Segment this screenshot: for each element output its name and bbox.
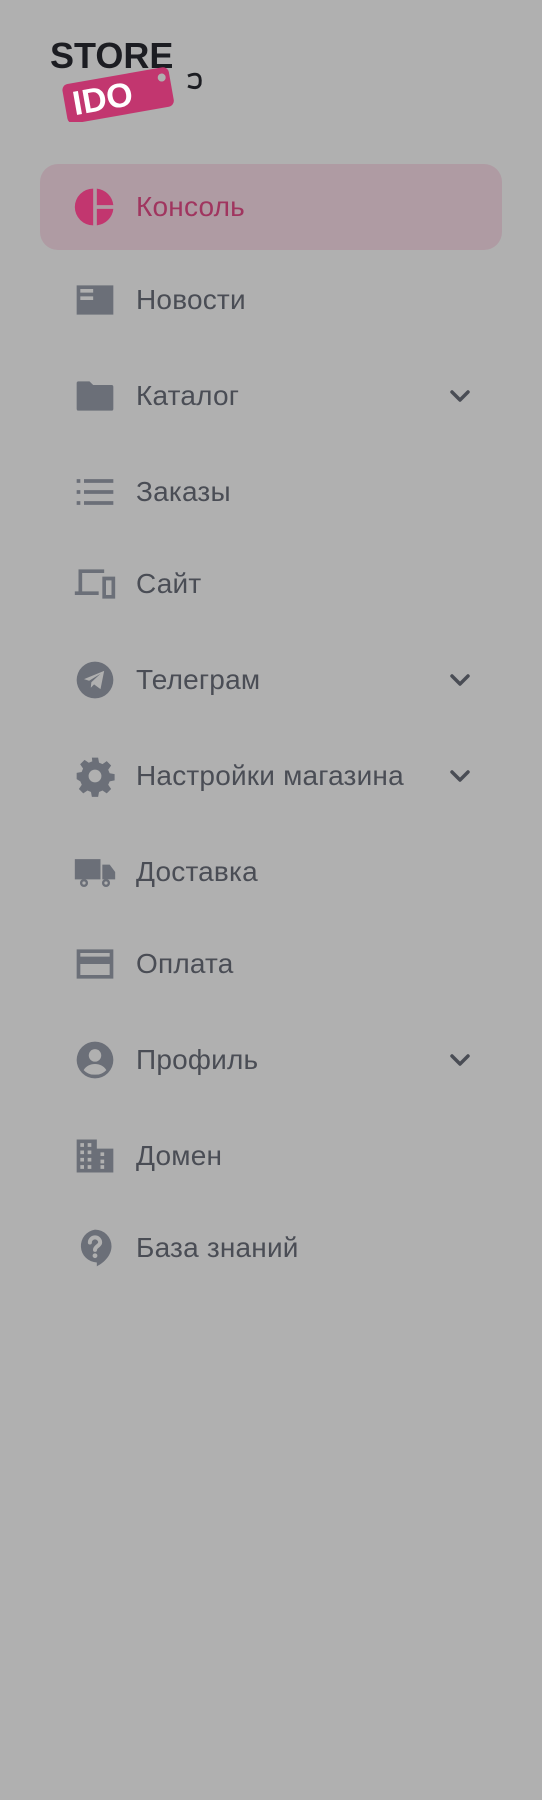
- nav-item-payment[interactable]: Оплата: [40, 921, 502, 1007]
- nav-item-delivery[interactable]: Доставка: [40, 829, 502, 915]
- credit-card-icon: [73, 942, 117, 986]
- nav-item-telegram[interactable]: Телеграм: [40, 637, 502, 723]
- pie-chart-icon: [73, 185, 117, 229]
- chevron-down-icon[interactable]: [444, 1044, 476, 1076]
- help-bubble-icon: [73, 1226, 117, 1270]
- newspaper-icon: [73, 278, 117, 322]
- devices-icon: [73, 562, 117, 606]
- nav-item-site[interactable]: Сайт: [40, 541, 502, 627]
- nav-label: Доставка: [136, 856, 258, 887]
- gear-icon: [73, 754, 117, 798]
- nav-label: Сайт: [136, 568, 202, 599]
- nav-label: Телеграм: [136, 664, 261, 695]
- nav-label: Новости: [136, 284, 246, 315]
- nav-item-catalog[interactable]: Каталог: [40, 353, 502, 439]
- nav-label: Консоль: [136, 191, 245, 222]
- nav-label: Оплата: [136, 948, 234, 979]
- nav-item-console[interactable]: Консоль: [40, 164, 502, 250]
- nav-item-orders[interactable]: Заказы: [40, 449, 502, 535]
- user-circle-icon: [73, 1038, 117, 1082]
- truck-icon: [73, 850, 117, 894]
- nav-label: База знаний: [136, 1232, 299, 1263]
- nav-label: Каталог: [136, 380, 240, 411]
- chevron-down-icon[interactable]: [444, 380, 476, 412]
- nav-item-knowledge-base[interactable]: База знаний: [40, 1205, 502, 1291]
- main-nav: Консоль Новости Каталог Заказы Сайт Теле…: [0, 0, 542, 1800]
- nav-label: Домен: [136, 1140, 223, 1171]
- nav-label: Заказы: [136, 476, 231, 507]
- building-icon: [73, 1134, 117, 1178]
- nav-item-news[interactable]: Новости: [40, 257, 502, 343]
- nav-label: Настройки магазина: [136, 760, 404, 791]
- chevron-down-icon[interactable]: [444, 664, 476, 696]
- sidebar: STORE IDO Консоль Новости Каталог Заказы…: [0, 0, 542, 1800]
- nav-item-domain[interactable]: Домен: [40, 1113, 502, 1199]
- nav-item-profile[interactable]: Профиль: [40, 1017, 502, 1103]
- chevron-down-icon[interactable]: [444, 760, 476, 792]
- folder-icon: [73, 374, 117, 418]
- nav-label: Профиль: [136, 1044, 259, 1075]
- nav-item-store-settings[interactable]: Настройки магазина: [40, 733, 502, 819]
- list-icon: [73, 470, 117, 514]
- telegram-icon: [73, 658, 117, 702]
